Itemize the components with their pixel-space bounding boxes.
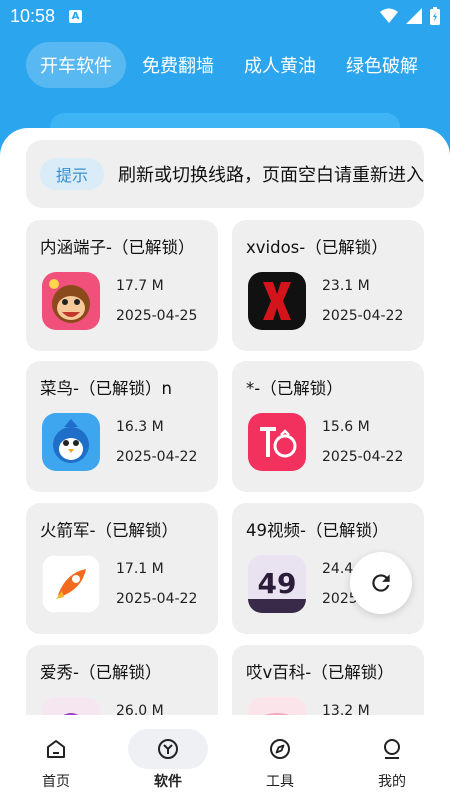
wifi-icon: [380, 8, 398, 23]
app-date: 2025-04-22: [322, 449, 404, 465]
app-grid: 内涵端子-（已解锁） 17.7 M 2025-04-25 xvidos-（已解锁…: [26, 220, 424, 715]
app-name: 内涵端子-（已解锁）: [40, 238, 195, 257]
nav-tools-label: 工具: [266, 774, 294, 790]
app-size: 26.0 M: [116, 703, 164, 715]
nav-home[interactable]: 首页: [16, 729, 96, 791]
app-size: 23.1 M: [322, 278, 370, 294]
app-card[interactable]: 爱秀-（已解锁） 26.0 M: [26, 645, 218, 715]
app-size: 16.3 M: [116, 419, 164, 435]
49-logo-icon: 49: [248, 555, 306, 613]
tomato-icon: [248, 413, 306, 471]
svg-text:49: 49: [258, 567, 297, 600]
profile-icon: [384, 739, 400, 759]
tab-adult-games[interactable]: 成人黄油: [230, 42, 330, 88]
app-date: 2025-04-22: [116, 591, 198, 607]
app-card[interactable]: 哎v百科-（已解锁） 13.2 M: [232, 645, 424, 715]
x-logo-icon: [248, 272, 306, 330]
app-size: 15.6 M: [322, 419, 370, 435]
tab-cracked[interactable]: 绿色破解: [332, 42, 432, 88]
app-name: 菜鸟-（已解锁）n: [40, 379, 172, 398]
rocket-icon: [42, 555, 100, 613]
app-card[interactable]: 菜鸟-（已解锁）n 16.3 M 2025-04-22: [26, 361, 218, 492]
app-name: 哎v百科-（已解锁）: [246, 663, 394, 682]
refresh-icon: [372, 574, 390, 592]
notice-tag: 提示: [40, 158, 104, 190]
app-date: 2025-04-22: [322, 308, 404, 324]
nav-home-label: 首页: [42, 774, 70, 790]
nav-software-label: 软件: [154, 774, 182, 790]
notification-icon: A: [69, 9, 83, 23]
app-card[interactable]: *-（已解锁） 15.6 M 2025-04-22: [232, 361, 424, 492]
battery-icon: [430, 7, 440, 25]
flower-icon: [42, 697, 100, 715]
nav-tools[interactable]: 工具: [240, 729, 320, 791]
app-card[interactable]: 内涵端子-（已解锁） 17.7 M 2025-04-25: [26, 220, 218, 351]
status-bar: 10:58 A: [0, 0, 450, 32]
nav-software[interactable]: 软件: [128, 729, 208, 791]
penguin-icon: [42, 413, 100, 471]
cube-icon: [158, 739, 178, 759]
app-name: 49视频-（已解锁）: [246, 521, 389, 540]
compass-icon: [270, 739, 290, 759]
app-card[interactable]: 火箭军-（已解锁） 17.1 M 2025-04-22: [26, 503, 218, 634]
bottom-nav: 首页 软件 工具 我的: [0, 715, 450, 800]
app-size: 17.7 M: [116, 278, 164, 294]
refresh-button[interactable]: [350, 552, 412, 614]
category-tabs: 开车软件 免费翻墙 成人黄油 绿色破解: [26, 42, 434, 88]
app-name: xvidos-（已解锁）: [246, 238, 388, 257]
app-date: 2025-04-25: [116, 308, 198, 324]
nav-profile[interactable]: 我的: [352, 729, 432, 791]
signal-icon: [406, 8, 422, 24]
nav-profile-label: 我的: [378, 774, 406, 790]
home-icon: [47, 740, 65, 758]
notice-text: 刷新或切换线路，页面空白请重新进入: [118, 165, 424, 186]
tab-free-vpn[interactable]: 免费翻墙: [128, 42, 228, 88]
tab-drive-apps[interactable]: 开车软件: [26, 42, 126, 88]
app-name: *-（已解锁）: [246, 379, 343, 398]
app-card[interactable]: xvidos-（已解锁） 23.1 M 2025-04-22: [232, 220, 424, 351]
app-date: 2025-04-22: [116, 449, 198, 465]
app-name: 火箭军-（已解锁）: [40, 521, 178, 540]
app-name: 爱秀-（已解锁）: [40, 663, 162, 682]
app-size: 17.1 M: [116, 561, 164, 577]
pink-logo-icon: [248, 697, 306, 715]
app-size: 13.2 M: [322, 703, 370, 715]
status-time: 10:58: [10, 5, 56, 26]
monkey-icon: [42, 272, 100, 330]
notice-bar: 提示 刷新或切换线路，页面空白请重新进入: [26, 140, 424, 208]
